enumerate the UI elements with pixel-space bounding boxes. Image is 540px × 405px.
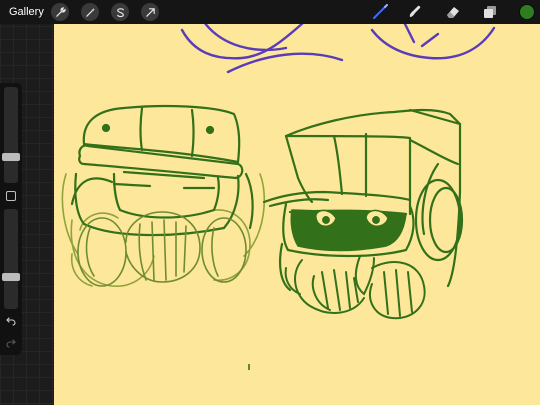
artwork	[61, 24, 496, 370]
purple-sketch	[180, 24, 496, 74]
right-helmet-lines	[262, 108, 462, 292]
transform-arrow-icon[interactable]	[141, 3, 159, 21]
layers-icon[interactable]	[481, 3, 499, 21]
opacity-thumb[interactable]	[2, 273, 20, 281]
smudge-tool-icon[interactable]	[406, 3, 424, 21]
drawing-canvas[interactable]	[54, 24, 540, 405]
brush-tool-icon[interactable]	[371, 3, 389, 21]
left-sidebar	[0, 83, 22, 355]
brush-size-thumb[interactable]	[2, 153, 20, 161]
adjustments-wand-icon[interactable]	[81, 3, 99, 21]
actions-wrench-icon[interactable]	[51, 3, 69, 21]
left-helmet-lines	[70, 104, 254, 237]
left-helmet-sketch	[61, 173, 266, 287]
right-mask-filters	[284, 255, 426, 320]
selection-s-icon[interactable]	[111, 3, 129, 21]
color-swatch[interactable]	[519, 4, 535, 20]
redo-icon[interactable]	[3, 335, 19, 351]
left-mask-filters	[77, 211, 247, 287]
top-toolbar: Gallery	[0, 0, 540, 24]
brush-size-slider[interactable]	[2, 87, 20, 183]
eraser-tool-icon[interactable]	[444, 3, 462, 21]
gallery-button[interactable]: Gallery	[9, 4, 44, 20]
opacity-slider[interactable]	[2, 209, 20, 309]
modify-button[interactable]	[6, 191, 16, 201]
right-visor	[290, 209, 407, 252]
undo-icon[interactable]	[3, 313, 19, 329]
